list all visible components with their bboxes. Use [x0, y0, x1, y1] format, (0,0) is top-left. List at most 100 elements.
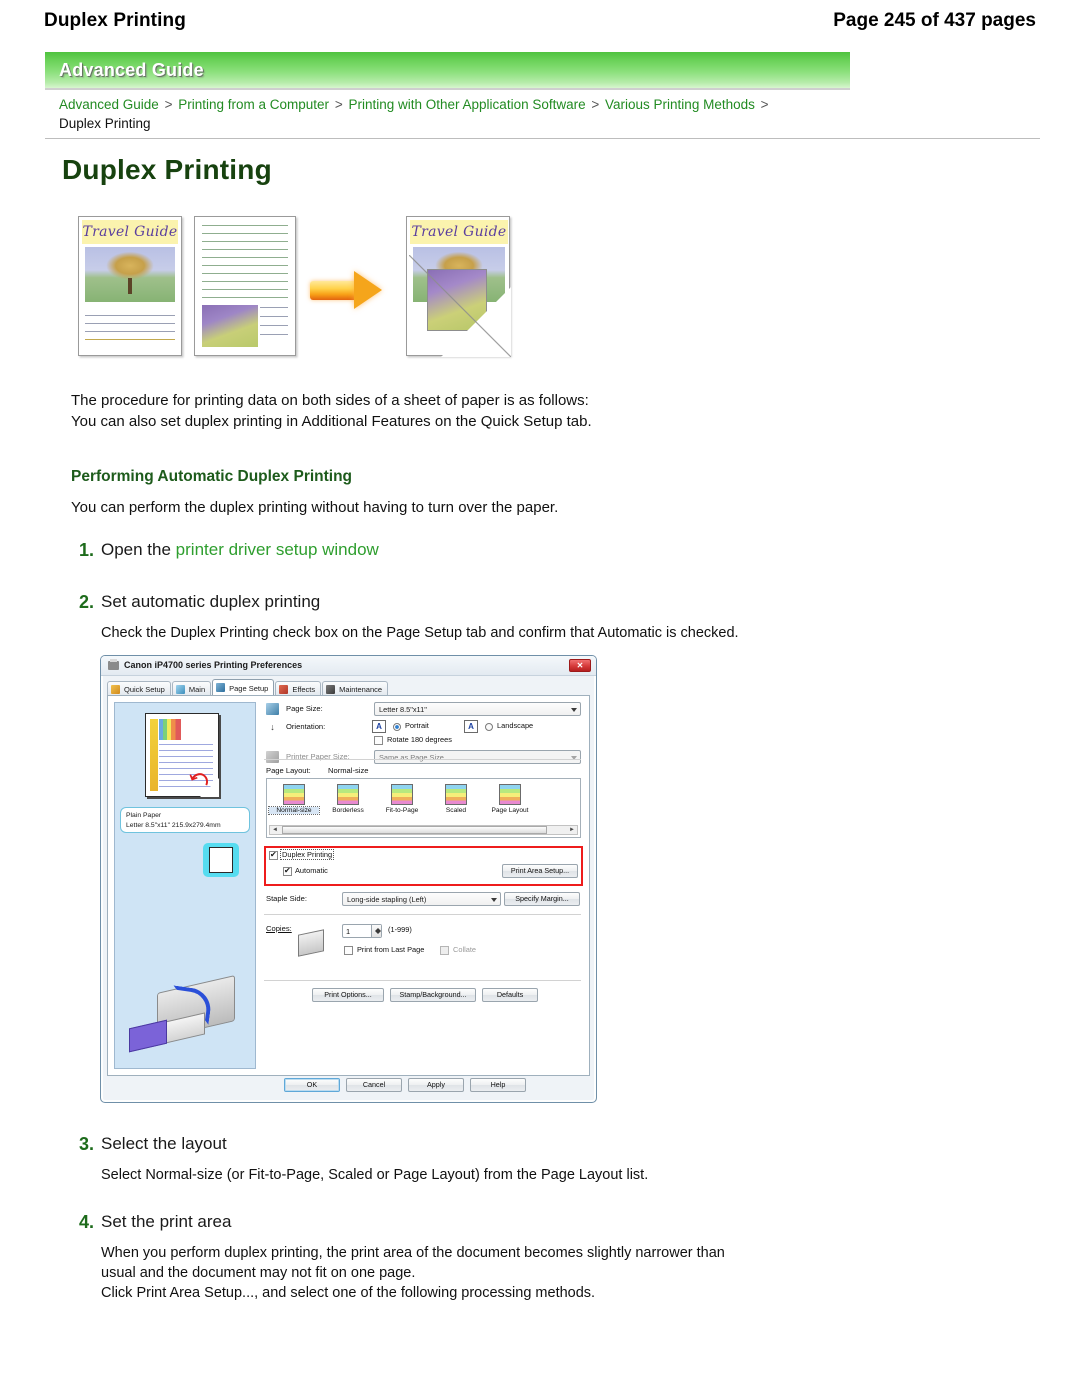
paper-type: Plain Paper: [126, 812, 162, 819]
intro-line-1: The procedure for printing data on both …: [71, 392, 589, 409]
rotate-180-label: Rotate 180 degrees: [387, 735, 452, 744]
layout-option-label: Fit-to-Page: [385, 807, 419, 814]
layout-option-page-layout[interactable]: Page Layout: [485, 784, 535, 814]
defaults-button[interactable]: Defaults: [482, 988, 538, 1002]
borderless-icon: [337, 784, 359, 805]
page-layout-value: Normal-size: [328, 766, 369, 775]
portrait-label: Portrait: [405, 721, 429, 730]
text-lines: [202, 225, 288, 305]
printer-paper-size-row: Printer Paper Size: Same as Page Size: [264, 750, 583, 765]
step-3-title: Select the layout: [101, 1134, 227, 1153]
tab-page-setup[interactable]: Page Setup: [212, 679, 275, 696]
dialog-tabs: Quick Setup Main Page Setup Effects Maintena…: [107, 679, 596, 696]
tab-page-setup-label: Page Setup: [229, 684, 269, 693]
step-4-body-line-3: Click Print Area Setup..., and select on…: [101, 1285, 596, 1301]
rotate-180-checkbox[interactable]: [374, 736, 383, 745]
breadcrumb-item-2[interactable]: Printing with Other Application Software: [348, 97, 585, 112]
step-4-body: When you perform duplex printing, the pr…: [101, 1243, 968, 1303]
main-icon: [175, 685, 185, 694]
specify-margin-button[interactable]: Specify Margin...: [504, 892, 580, 906]
step-2: 2. Set automatic duplex printing Check th…: [68, 592, 968, 643]
stamp-background-button[interactable]: Stamp/Background...: [390, 988, 476, 1002]
header-divider: [45, 138, 1040, 139]
step-3-number: 3.: [78, 1134, 94, 1154]
copies-range-label: (1-999): [388, 925, 412, 934]
page-setup-icon: [216, 683, 226, 692]
copies-row: Copies: 1 (1-999) Print from Last Page C…: [264, 924, 583, 966]
tree-photo: [85, 247, 175, 302]
step-1-number: 1.: [78, 540, 94, 560]
cancel-button[interactable]: Cancel: [346, 1078, 402, 1092]
ok-button[interactable]: OK: [284, 1078, 340, 1092]
tab-maintenance[interactable]: Maintenance: [322, 681, 389, 696]
tab-main[interactable]: Main: [171, 681, 212, 696]
copies-stepper[interactable]: 1: [342, 924, 382, 938]
page-setup-controls: Page Size: Letter 8.5"x11" ↓ Orientation…: [264, 702, 583, 1069]
dialog-title: Canon iP4700 series Printing Preferences: [124, 660, 303, 670]
page-size-icon: [266, 703, 279, 715]
staple-side-select[interactable]: Long-side stapling (Left): [342, 892, 501, 906]
tab-effects[interactable]: Effects: [275, 681, 322, 696]
print-options-button[interactable]: Print Options...: [312, 988, 384, 1002]
secondary-buttons-row: Print Options... Stamp/Background... Def…: [264, 988, 583, 1006]
printer-icon: [108, 659, 119, 670]
page-fold-edge: [409, 255, 511, 357]
page-size-select[interactable]: Letter 8.5"x11": [374, 702, 581, 716]
tab-main-label: Main: [188, 685, 206, 694]
printing-preferences-dialog[interactable]: Canon iP4700 series Printing Preferences…: [100, 655, 597, 1103]
apply-button[interactable]: Apply: [408, 1078, 464, 1092]
printer-paper-size-value: Same as Page Size: [379, 753, 444, 762]
portrait-radio[interactable]: [393, 723, 401, 731]
dialog-titlebar: Canon iP4700 series Printing Preferences…: [101, 656, 596, 676]
layout-option-normal-size[interactable]: Normal-size: [268, 784, 320, 815]
breadcrumb-item-1[interactable]: Printing from a Computer: [178, 97, 329, 112]
breadcrumb-item-3[interactable]: Various Printing Methods: [605, 97, 755, 112]
layout-option-label: Borderless: [332, 807, 364, 814]
breadcrumb-item-0[interactable]: Advanced Guide: [59, 97, 159, 112]
travel-guide-title: Travel Guide: [410, 220, 508, 244]
landscape-radio[interactable]: [485, 723, 493, 731]
landscape-label: Landscape: [497, 721, 534, 730]
step-1-title: Open the: [101, 540, 176, 559]
scroll-right-icon[interactable]: ►: [569, 827, 575, 833]
banner-label: Advanced Guide: [59, 60, 204, 80]
layout-option-label: Page Layout: [491, 807, 529, 814]
landscape-glyph-icon: A: [464, 720, 478, 733]
dialog-content: ⤺ Plain Paper Letter 8.5"x11" 215.9x279.…: [107, 695, 590, 1076]
quick-setup-icon: [111, 685, 120, 694]
tab-quick-setup[interactable]: Quick Setup: [107, 681, 171, 696]
staple-side-value: Long-side stapling (Left): [347, 895, 427, 904]
automatic-checkbox[interactable]: [283, 866, 292, 876]
duplex-printing-label: Duplex Printing: [279, 849, 335, 860]
normal-size-icon: [283, 784, 305, 805]
page-layout-gallery[interactable]: Normal-size Borderless Fit-to-Page Scale…: [266, 778, 581, 838]
help-button[interactable]: Help: [470, 1078, 526, 1092]
layout-option-fit-to-page[interactable]: Fit-to-Page: [377, 784, 427, 814]
right-arrow-icon: [310, 270, 390, 310]
print-from-last-page-label: Print from Last Page: [357, 945, 425, 954]
document-title: Duplex Printing: [62, 154, 272, 185]
layout-option-borderless[interactable]: Borderless: [323, 784, 373, 814]
page-header: Duplex Printing Page 245 of 437 pages: [0, 0, 1080, 42]
text-lines: [85, 315, 175, 347]
scrollbar-thumb[interactable]: [282, 826, 547, 834]
printer-driver-setup-link[interactable]: printer driver setup window: [176, 540, 379, 559]
step-4: 4. Set the print area When you perform du…: [68, 1212, 968, 1303]
page-layout-icon: [499, 784, 521, 805]
layout-gallery-scrollbar[interactable]: ◄ ►: [269, 825, 578, 835]
close-icon[interactable]: ✕: [569, 659, 591, 672]
print-area-setup-button[interactable]: Print Area Setup...: [502, 864, 578, 878]
tab-quick-setup-label: Quick Setup: [124, 685, 165, 694]
page-size-value: Letter 8.5"x11": [379, 705, 427, 714]
illustration-result-page: Travel Guide: [406, 216, 511, 357]
orientation-label: Orientation:: [286, 722, 326, 731]
paper-info-tooltip: Plain Paper Letter 8.5"x11" 215.9x279.4m…: [120, 807, 250, 833]
print-from-last-page-checkbox[interactable]: [344, 946, 353, 955]
section-heading: Performing Automatic Duplex Printing: [71, 468, 353, 485]
effects-icon: [279, 685, 289, 694]
copies-label: Copies:: [266, 924, 292, 933]
layout-option-scaled[interactable]: Scaled: [431, 784, 481, 814]
duplex-printing-checkbox[interactable]: [269, 850, 278, 860]
scroll-left-icon[interactable]: ◄: [272, 827, 278, 833]
orientation-icon: ↓: [270, 722, 275, 732]
